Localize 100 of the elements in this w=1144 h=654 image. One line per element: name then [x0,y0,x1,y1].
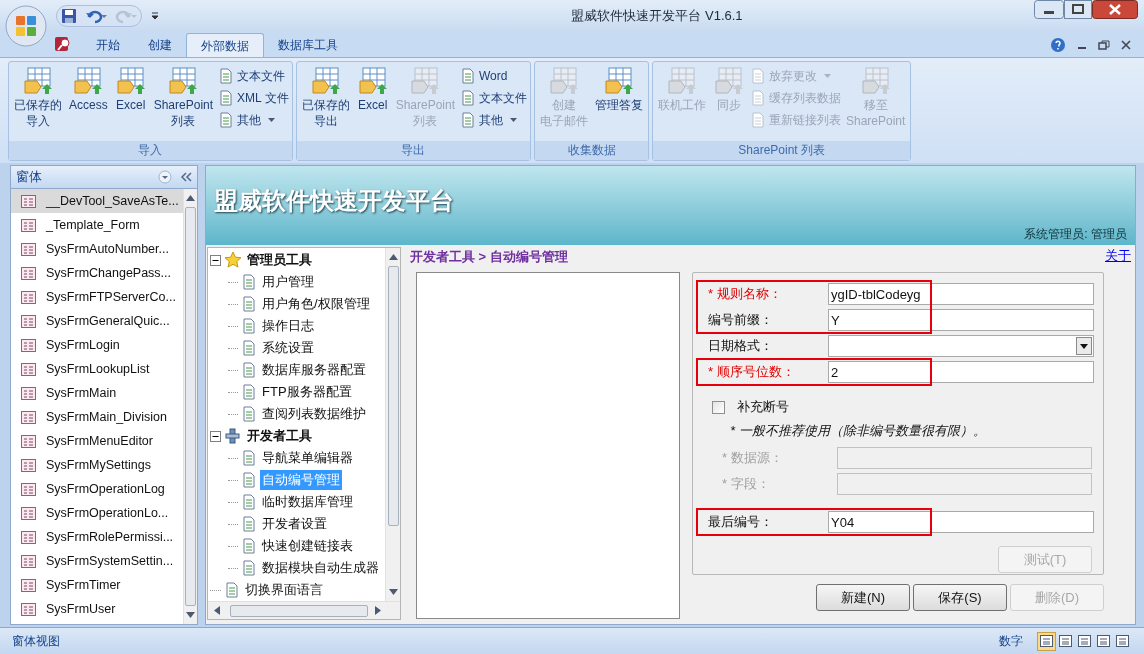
form-icon [21,362,36,376]
ribbon-tab[interactable]: 数据库工具 [264,33,352,57]
scrollbar[interactable] [208,601,400,619]
ribbon-tab[interactable]: 开始 [82,33,134,57]
table-icon [309,65,342,97]
maximize-button[interactable] [1064,0,1092,19]
scroll-left-icon[interactable] [214,606,220,615]
group-label: SharePoint 列表 [653,141,911,160]
dropdown-caret-icon [510,117,517,122]
ribbon-tab[interactable]: 外部数据 [186,33,264,57]
input-field[interactable]: Y [828,309,1094,331]
scroll-right-icon[interactable] [375,606,381,615]
hint-text: * 一般不推荐使用（除非编号数量很有限）。 [729,422,987,440]
form-button[interactable]: 新建(N) [816,584,910,611]
user-label: 系统管理员: 管理员 [1024,226,1127,243]
help-icon[interactable] [1050,37,1066,53]
ribbon-button[interactable]: SharePoint 列表 [151,65,216,129]
checkbox[interactable] [712,400,725,414]
ribbon-button[interactable]: 已保存的 导入 [12,65,64,129]
tree-item[interactable]: 数据库服务器配置 [260,360,368,380]
table-icon [22,65,54,97]
form-button[interactable]: 保存(S) [913,584,1007,611]
input-field[interactable]: 2 [828,361,1094,383]
close-icon[interactable] [1120,39,1132,51]
scrollbar-thumb[interactable] [185,207,196,606]
scrollbar-thumb[interactable] [230,604,368,617]
document-icon [750,111,766,128]
document-icon [241,560,257,576]
ribbon-small-button[interactable]: 其他 [460,109,527,130]
field-label: * 规则名称： [707,285,783,304]
ribbon-button[interactable]: Excel [112,65,149,113]
form-icon [21,194,36,208]
form-icon [21,338,36,352]
document-icon [460,111,476,128]
document-icon [241,340,257,356]
form-icon [21,218,36,232]
ribbon-button[interactable]: 已保存的 导出 [299,65,352,129]
scroll-down-icon[interactable] [388,589,398,595]
tree-item[interactable]: 用户管理 [260,272,316,292]
scroll-up-icon[interactable] [388,254,398,260]
ribbon-tab[interactable]: 创建 [134,33,186,57]
document-icon [218,89,235,106]
tree-item[interactable]: 开发者工具 [245,426,314,446]
ribbon-button[interactable]: Access [67,65,110,113]
scroll-down-icon[interactable] [186,612,195,618]
app-icon [54,35,72,53]
close-button[interactable] [1092,0,1138,19]
view-icon [1097,635,1110,647]
scrollbar[interactable] [183,189,197,624]
view-button[interactable] [1037,631,1056,651]
table-icon [548,65,580,97]
form-icon [21,602,36,616]
document-icon [224,582,240,598]
ribbon-small-button[interactable]: XML 文件 [218,87,289,108]
scrollbar-thumb[interactable] [387,266,399,526]
tree-item[interactable]: FTP服务器配置 [260,382,354,402]
tree-item[interactable]: 临时数据库管理 [260,492,355,512]
undo-icon[interactable] [85,8,107,24]
tree-item[interactable]: 导航菜单编辑器 [260,448,355,468]
tree-item[interactable]: 切换界面语言 [243,580,325,600]
restore-icon[interactable] [1098,39,1110,51]
nav-pane-item[interactable]: __DevTool_SaveAsTe... [11,189,183,213]
customize-caret-icon[interactable] [150,11,160,21]
tree-item[interactable]: 操作日志 [260,316,316,336]
form-icon [21,266,36,280]
document-icon [241,450,257,466]
tree-item[interactable]: 开发者设置 [260,514,329,534]
save-icon[interactable] [61,8,77,24]
expander-icon[interactable] [210,254,221,266]
tree-item[interactable]: 系统设置 [260,338,316,358]
view-icon [1116,635,1129,647]
ribbon-small-button[interactable]: Word [460,65,527,86]
ribbon-small-button[interactable]: 文本文件 [218,65,289,86]
expander-icon[interactable] [210,430,221,442]
scrollbar[interactable] [385,248,400,601]
form-icon [21,482,36,496]
input-field[interactable]: Y04 [828,511,1094,533]
document-icon [218,111,235,128]
about-link[interactable]: 关于 [1105,246,1131,266]
ribbon-small-button[interactable]: 文本文件 [460,87,527,108]
tree-item[interactable]: 用户角色/权限管理 [260,294,372,314]
document-icon [750,89,766,106]
minimize-button[interactable] [1034,0,1064,19]
document-icon [241,472,257,488]
tree-item[interactable]: 快速创建链接表 [260,536,355,556]
scroll-up-icon[interactable] [186,195,195,201]
input-field[interactable]: ygID-tblCodeyg [828,283,1094,305]
tree-item[interactable]: 管理员工具 [245,250,314,270]
ribbon-small-button[interactable]: 其他 [218,109,289,130]
form-icon [21,290,36,304]
view-icon [1078,635,1091,647]
star-icon [224,251,242,269]
tree-item[interactable]: 数据模块自动生成器 [260,558,381,578]
table-icon [859,65,892,97]
tree-item[interactable]: 查阅列表数据维护 [260,404,368,424]
form-icon [21,578,36,592]
dropdown-caret-icon[interactable] [1076,337,1092,355]
ribbon-button[interactable]: 管理答复 [593,65,645,113]
document-icon [460,89,476,106]
ribbon-button[interactable]: Excel [354,65,391,113]
